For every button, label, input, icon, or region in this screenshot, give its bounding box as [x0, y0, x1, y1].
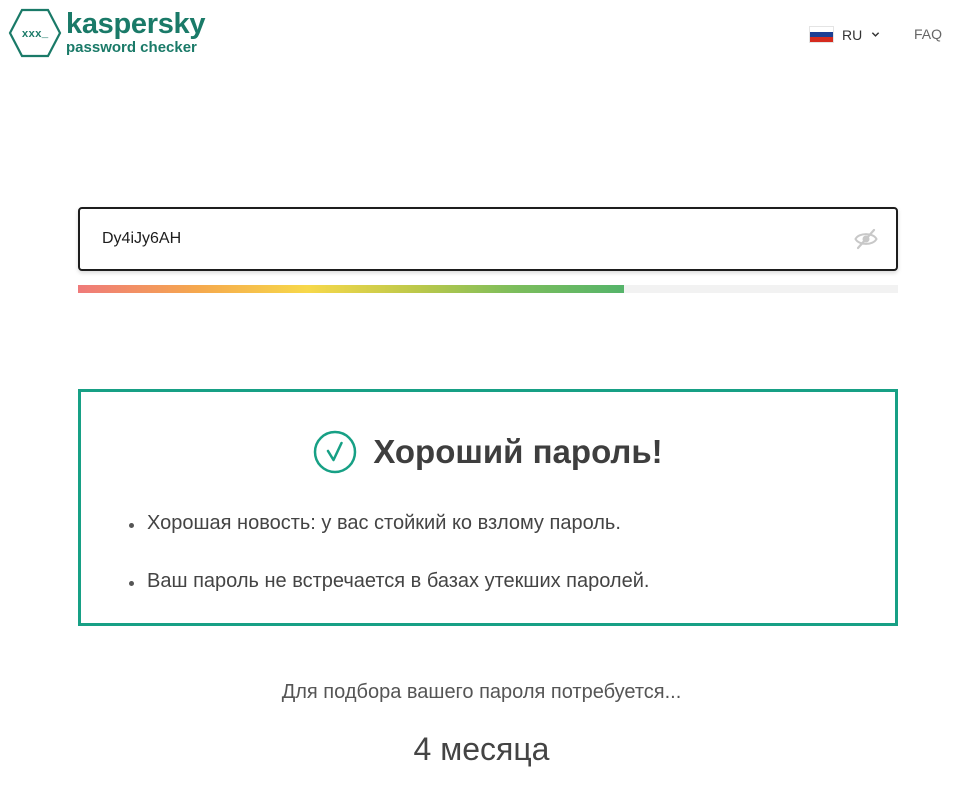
russia-flag-icon	[809, 26, 834, 43]
bullet-dot	[129, 581, 134, 586]
bullet-dot	[129, 523, 134, 528]
header: xxx_ kaspersky password checker RU FAQ	[0, 0, 963, 80]
faq-link[interactable]: FAQ	[914, 26, 942, 42]
result-bullets: Хорошая новость: у вас стойкий ко взлому…	[129, 512, 649, 628]
chevron-down-icon	[872, 32, 880, 37]
logo-brand: kaspersky	[66, 7, 206, 40]
logo-subtitle: password checker	[66, 38, 197, 56]
result-bullet: Ваш пароль не встречается в базах утекши…	[129, 570, 649, 628]
result-title: Хороший пароль!	[373, 433, 663, 470]
strength-meter-fill	[78, 285, 625, 293]
checkmark-circle-icon	[314, 430, 357, 474]
eye-slash-icon[interactable]	[854, 228, 878, 250]
flag-stripe-red	[810, 37, 833, 42]
result-panel: Хороший пароль! Хорошая новость: у вас с…	[78, 389, 898, 626]
kaspersky-logo[interactable]: xxx_ kaspersky password checker	[8, 7, 206, 58]
result-bullet-text: Ваш пароль не встречается в базах утекши…	[147, 570, 650, 592]
result-bullet: Хорошая новость: у вас стойкий ко взлому…	[129, 512, 649, 570]
crack-time-label: Для подбора вашего пароля потребуется...	[281, 681, 682, 703]
password-field[interactable]	[78, 207, 898, 271]
result-heading: Хороший пароль!	[81, 430, 895, 474]
crack-time-value: 4 месяца	[413, 731, 550, 767]
logo-text: kaspersky password checker	[66, 7, 206, 57]
strength-meter	[78, 285, 898, 293]
logo-hex-text: xxx_	[22, 29, 49, 41]
logo-hexagon-icon: xxx_	[8, 8, 62, 58]
password-input[interactable]	[102, 227, 822, 251]
language-code: RU	[842, 26, 863, 43]
result-bullet-text: Хорошая новость: у вас стойкий ко взлому…	[147, 512, 621, 534]
language-selector[interactable]: RU	[809, 26, 880, 43]
